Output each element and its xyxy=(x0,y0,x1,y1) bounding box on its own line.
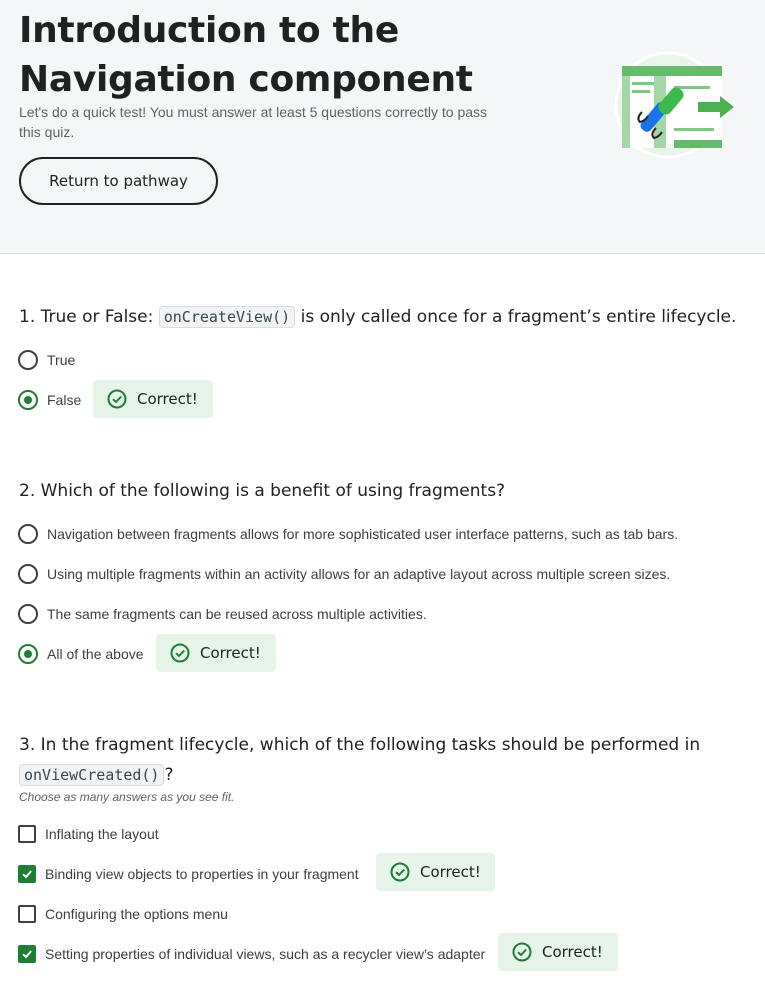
checkbox[interactable] xyxy=(18,905,36,923)
q2-option-1[interactable]: Navigation between fragments allows for … xyxy=(18,523,678,545)
checkbox[interactable] xyxy=(18,825,36,843)
correct-label: Correct! xyxy=(137,390,198,408)
correct-label: Correct! xyxy=(420,863,481,881)
q2-option-4[interactable]: All of the above xyxy=(18,643,144,665)
question-1: 1. True or False: onCreateView() is only… xyxy=(19,302,736,332)
q2-option-3[interactable]: The same fragments can be reused across … xyxy=(18,603,427,625)
check-circle-icon xyxy=(170,643,190,663)
check-circle-icon xyxy=(512,942,532,962)
return-to-pathway-button[interactable]: Return to pathway xyxy=(19,157,218,205)
check-circle-icon xyxy=(107,389,127,409)
correct-badge: Correct! xyxy=(376,853,495,891)
radio-button[interactable] xyxy=(18,350,38,370)
question-2: 2. Which of the following is a benefit o… xyxy=(19,481,506,501)
q2-option-2[interactable]: Using multiple fragments within an activ… xyxy=(18,563,670,585)
question-3-hint: Choose as many answers as you see fit. xyxy=(19,790,235,804)
question-1-code: onCreateView() xyxy=(158,306,296,328)
checkbox-checked[interactable] xyxy=(18,865,36,883)
page-subtitle: Let's do a quick test! You must answer a… xyxy=(19,104,488,140)
correct-label: Correct! xyxy=(200,644,261,662)
radio-button-selected[interactable] xyxy=(18,644,38,664)
option-label: Binding view objects to properties in yo… xyxy=(45,866,359,882)
question-1-prefix: 1. True or False: xyxy=(19,307,159,327)
option-label: Inflating the layout xyxy=(45,826,159,842)
correct-badge: Correct! xyxy=(156,634,276,672)
option-label: Configuring the options menu xyxy=(45,906,228,922)
option-label: True xyxy=(47,352,76,368)
option-label: False xyxy=(47,392,82,408)
checkbox-checked[interactable] xyxy=(18,945,36,963)
radio-button[interactable] xyxy=(18,564,38,584)
option-label: All of the above xyxy=(47,646,144,662)
question-1-suffix: is only called once for a fragment’s ent… xyxy=(295,307,737,327)
q3-option-1[interactable]: Inflating the layout xyxy=(18,823,159,845)
question-3: 3. In the fragment lifecycle, which of t… xyxy=(19,730,739,790)
radio-button[interactable] xyxy=(18,604,38,624)
question-3-code: onViewCreated() xyxy=(19,764,165,786)
check-circle-icon xyxy=(390,862,410,882)
option-label: Navigation between fragments allows for … xyxy=(47,526,679,542)
navigation-illustration-icon xyxy=(614,51,734,159)
question-3-suffix: ? xyxy=(164,765,174,785)
quiz-header: Introduction to the Navigation component… xyxy=(0,0,765,254)
q1-option-true[interactable]: True xyxy=(18,349,75,371)
radio-button-selected[interactable] xyxy=(18,390,38,410)
option-label: Setting properties of individual views, … xyxy=(45,946,486,962)
checkmark-icon xyxy=(22,870,32,879)
q3-option-2[interactable]: Binding view objects to properties in yo… xyxy=(18,863,359,885)
correct-badge: Correct! xyxy=(498,933,618,971)
checkmark-icon xyxy=(22,950,32,959)
q1-option-false[interactable]: False xyxy=(18,389,81,411)
option-label: The same fragments can be reused across … xyxy=(47,606,427,622)
option-label: Using multiple fragments within an activ… xyxy=(47,566,671,582)
q3-option-4[interactable]: Setting properties of individual views, … xyxy=(18,943,485,965)
page-title: Introduction to the Navigation component xyxy=(19,10,473,100)
correct-label: Correct! xyxy=(542,943,603,961)
question-3-prefix: 3. In the fragment lifecycle, which of t… xyxy=(19,735,701,755)
radio-button[interactable] xyxy=(18,524,38,544)
q3-option-3[interactable]: Configuring the options menu xyxy=(18,903,228,925)
correct-badge: Correct! xyxy=(93,380,213,418)
